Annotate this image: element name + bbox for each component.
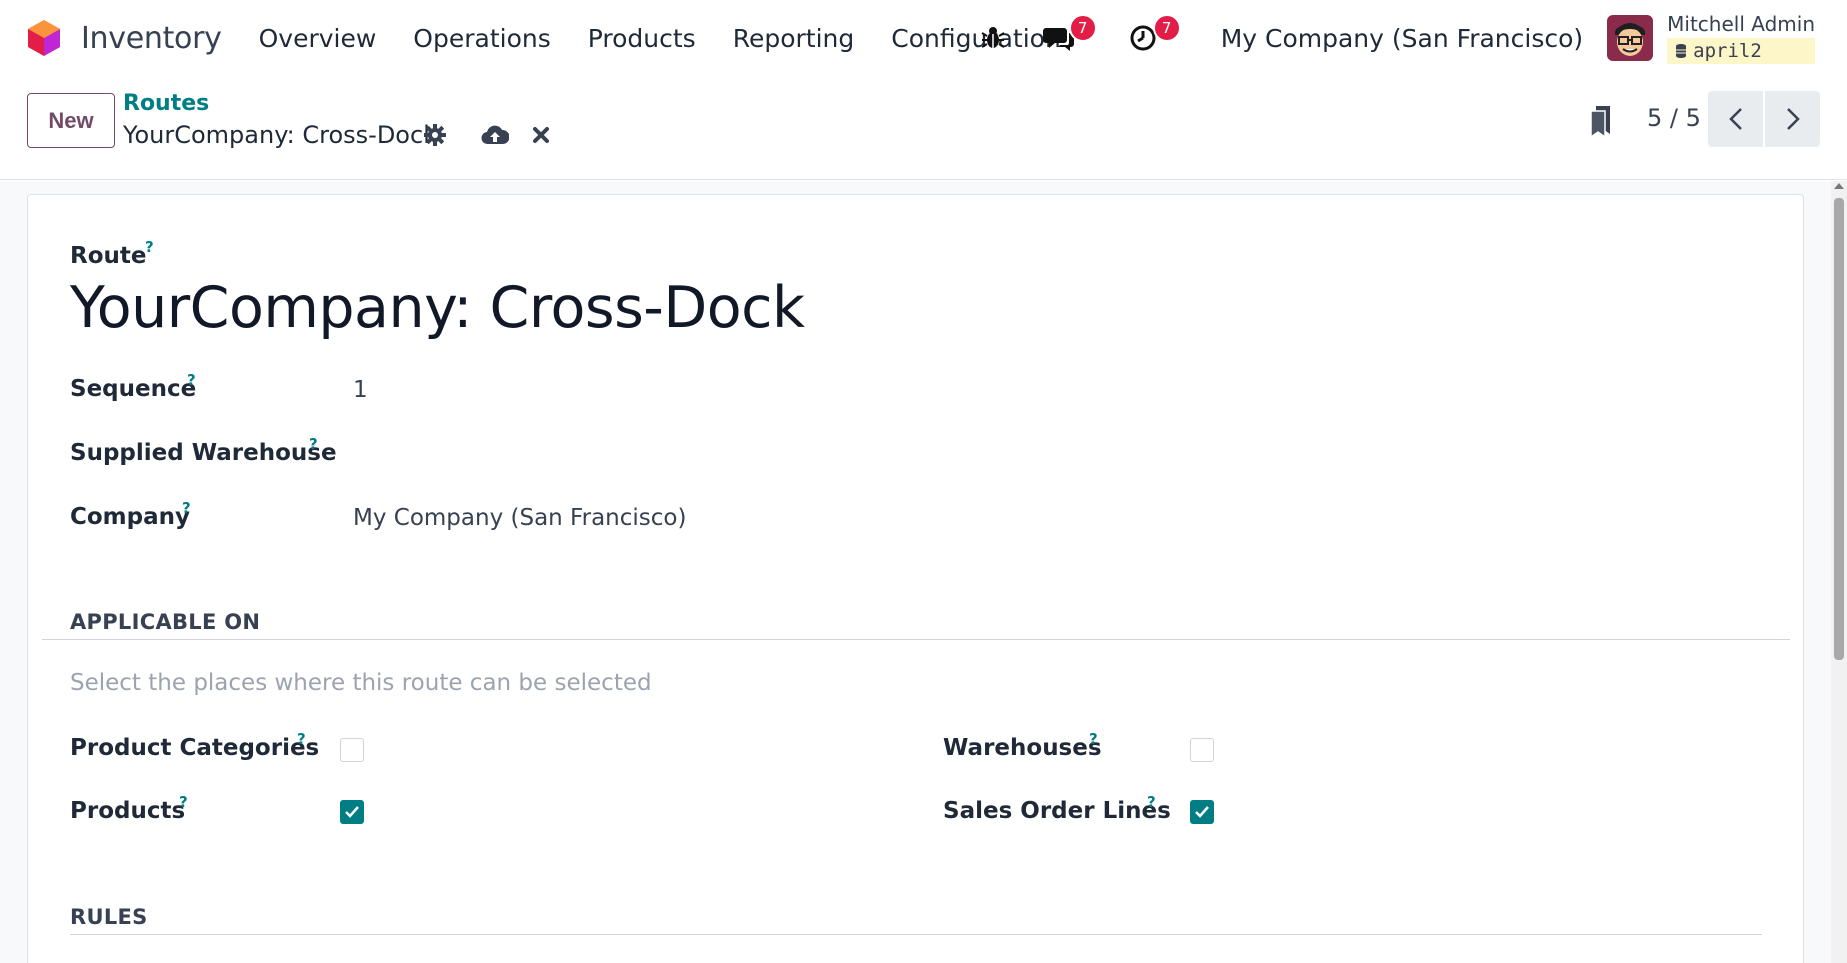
applicable-on-separator — [42, 639, 1790, 640]
sales-order-lines-checkbox[interactable] — [1190, 800, 1214, 824]
supplied-warehouse-field[interactable] — [353, 441, 653, 469]
messages-icon[interactable]: 7 — [1039, 14, 1097, 58]
user-menu[interactable]: Mitchell Admin april2 — [1667, 12, 1815, 64]
page-scrollbar[interactable] — [1831, 181, 1847, 963]
app-name: Inventory — [81, 20, 222, 56]
messages-badge: 7 — [1068, 14, 1097, 42]
applicable-on-title: APPLICABLE ON — [70, 610, 261, 634]
product-categories-checkbox[interactable] — [340, 738, 364, 762]
company-switcher[interactable]: My Company (San Francisco) — [1221, 24, 1583, 53]
rules-separator — [70, 934, 1762, 935]
sales-order-lines-label: Sales Order Lines — [943, 798, 1171, 824]
pager-next-button[interactable] — [1765, 91, 1820, 147]
database-name: april2 — [1693, 40, 1762, 62]
debug-bug-icon[interactable] — [973, 18, 1013, 58]
checkmark-icon — [345, 806, 359, 818]
scroll-up-arrow-icon[interactable] — [1834, 183, 1844, 189]
database-icon — [1676, 44, 1687, 58]
menu-operations[interactable]: Operations — [413, 24, 550, 53]
warehouses-checkbox[interactable] — [1190, 738, 1214, 762]
chevron-left-icon — [1728, 108, 1742, 130]
applicable-on-hint: Select the places where this route can b… — [70, 670, 652, 696]
products-label: Products — [70, 798, 186, 824]
sequence-field[interactable]: 1 — [353, 377, 368, 403]
company-help[interactable]: ? — [182, 499, 191, 517]
products-help[interactable]: ? — [179, 793, 188, 811]
menu-products[interactable]: Products — [588, 24, 696, 53]
product-categories-label: Product Categories — [70, 735, 320, 761]
pager-value[interactable]: 5 / 5 — [1647, 104, 1701, 132]
supplied-warehouse-label: Supplied Warehouse — [70, 440, 337, 466]
warehouses-help[interactable]: ? — [1089, 730, 1098, 748]
chevron-right-icon — [1786, 108, 1800, 130]
user-avatar[interactable] — [1607, 15, 1654, 61]
company-field[interactable]: My Company (San Francisco) — [353, 505, 686, 531]
gear-icon[interactable] — [420, 120, 450, 150]
sequence-label: Sequence — [70, 376, 197, 402]
product-categories-help[interactable]: ? — [297, 730, 306, 748]
route-help[interactable]: ? — [145, 238, 154, 256]
sequence-help[interactable]: ? — [187, 371, 196, 389]
systray: 7 7 My Company (San Francisco) Mitchell … — [973, 0, 1847, 76]
app-brand[interactable]: Inventory — [26, 18, 222, 58]
scroll-thumb[interactable] — [1834, 198, 1844, 660]
breadcrumb-routes[interactable]: Routes — [123, 91, 209, 116]
warehouses-label: Warehouses — [943, 735, 1102, 761]
user-name: Mitchell Admin — [1667, 12, 1815, 36]
supplied-warehouse-help[interactable]: ? — [309, 435, 318, 453]
discard-close-icon[interactable] — [526, 120, 556, 150]
route-name-field[interactable]: YourCompany: Cross-Dock — [70, 275, 805, 341]
top-navbar: Inventory Overview Operations Products R… — [0, 0, 1847, 76]
activities-badge: 7 — [1152, 14, 1181, 42]
sales-order-lines-help[interactable]: ? — [1147, 793, 1156, 811]
new-button[interactable]: New — [27, 93, 115, 148]
menu-overview[interactable]: Overview — [259, 24, 377, 53]
checkmark-icon — [1195, 806, 1209, 818]
products-checkbox[interactable] — [340, 800, 364, 824]
bookmark-icon[interactable] — [1588, 104, 1614, 142]
save-cloud-icon[interactable] — [480, 120, 510, 150]
database-tag: april2 — [1667, 38, 1815, 64]
rules-title: RULES — [70, 905, 148, 929]
route-label: Route — [70, 243, 147, 269]
menu-reporting[interactable]: Reporting — [733, 24, 855, 53]
company-label: Company — [70, 504, 190, 530]
activities-clock-icon[interactable]: 7 — [1123, 14, 1181, 58]
pager-previous-button[interactable] — [1708, 91, 1763, 147]
inventory-app-icon — [28, 20, 60, 56]
control-panel: New Routes YourCompany: Cross-Dock 5 / 5 — [0, 76, 1847, 180]
breadcrumb-current: YourCompany: Cross-Dock — [123, 121, 438, 149]
